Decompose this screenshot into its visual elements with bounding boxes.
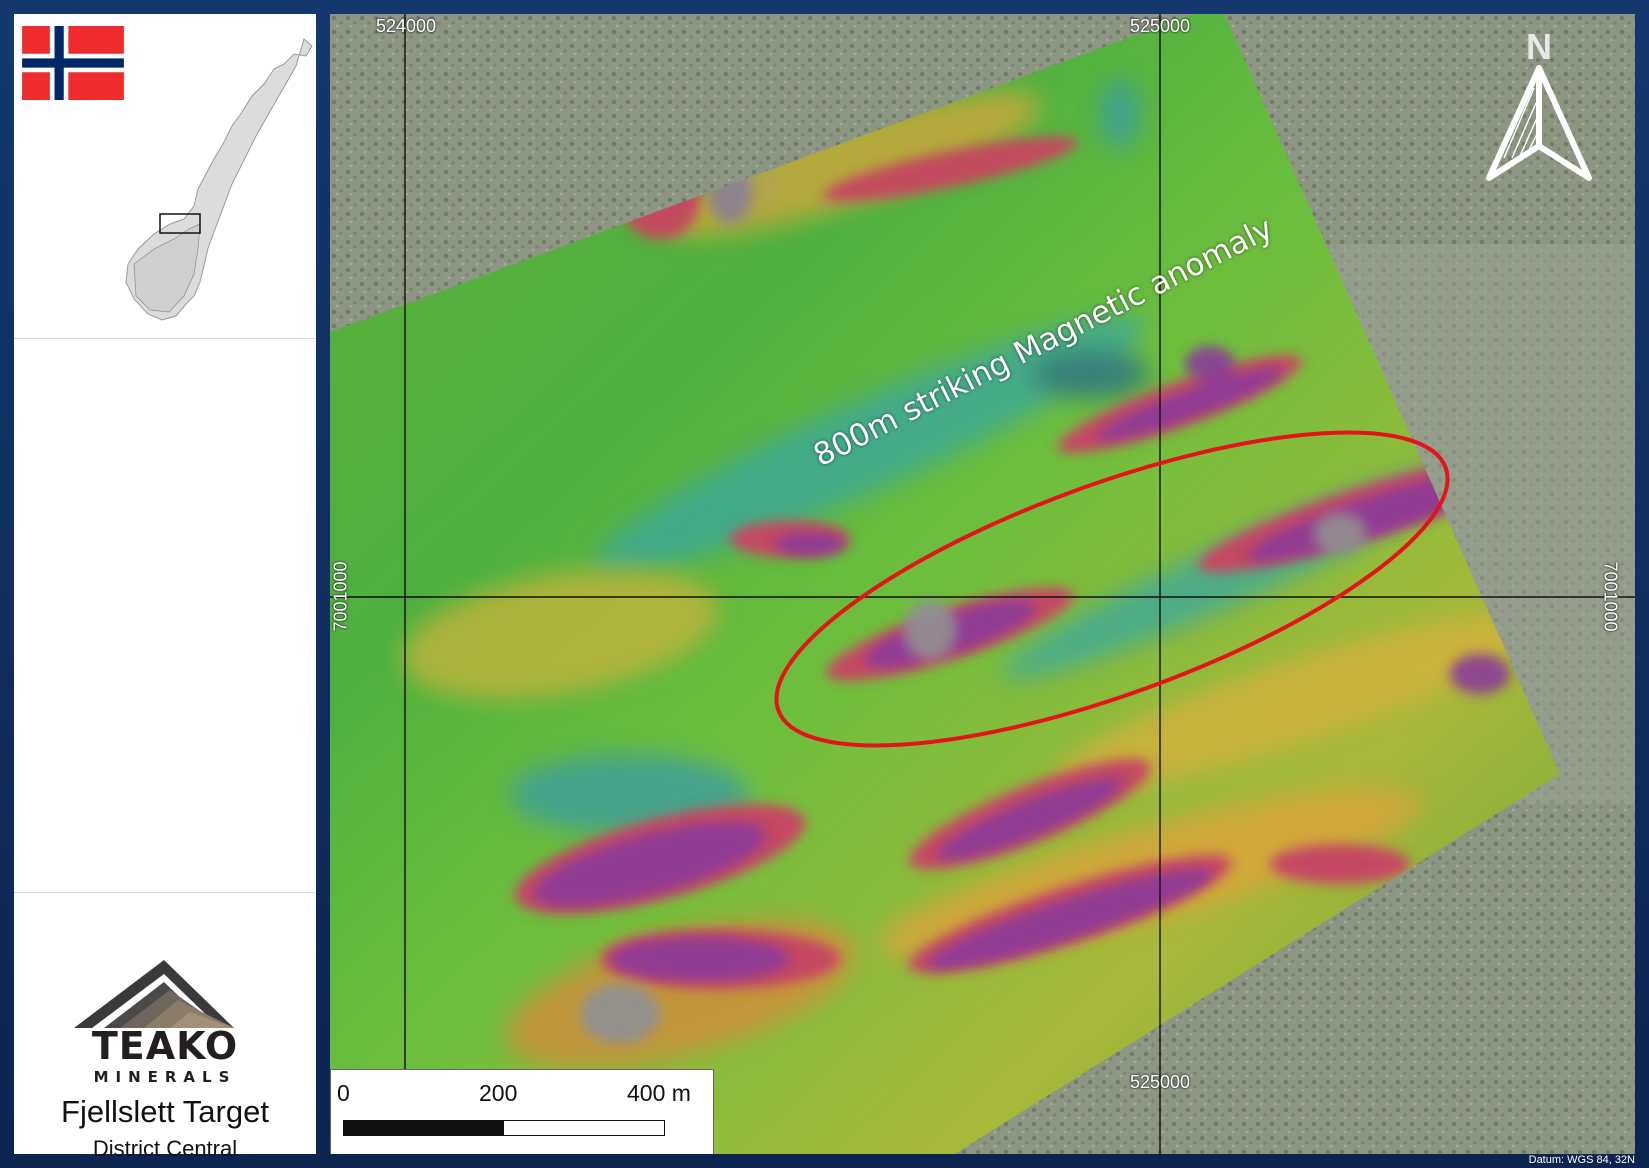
northing-label: 7001000 [330, 561, 351, 632]
easting-label: 525000 [1130, 16, 1191, 36]
scale-bar-segment [344, 1121, 504, 1135]
location-overview [14, 14, 316, 354]
target-subtitle: District Central [92, 1136, 238, 1161]
scale-label: 200 [479, 1080, 518, 1106]
northing-label: 7001000 [1600, 561, 1621, 632]
north-arrow-icon [1486, 65, 1592, 181]
scale-label: 0 [337, 1080, 350, 1106]
easting-label: 524000 [376, 16, 437, 36]
norway-locator-map [125, 38, 313, 321]
divider [14, 892, 316, 893]
scale-bar: 0 200 400 m [330, 1069, 714, 1154]
logo-subtitle: MINERALS [93, 1068, 237, 1086]
target-title: Fjellslett Target [61, 1094, 269, 1129]
logo-wordmark: TEAKO [91, 1024, 239, 1068]
map-canvas[interactable]: 524000 525000 525000 7001000 7001000 800… [330, 14, 1635, 1154]
scale-label: 400 m [627, 1080, 691, 1106]
easting-label: 525000 [1130, 1072, 1191, 1092]
norway-flag-icon [22, 26, 124, 100]
legend-panel: TEAKO MINERALS Fjellslett Target Distric… [14, 14, 316, 1161]
datum-note: Datum: WGS 84, 32N [1528, 1154, 1635, 1166]
divider [14, 338, 316, 339]
magnetic-survey-map [330, 14, 1635, 1154]
company-logo-block: TEAKO MINERALS Fjellslett Target Distric… [14, 934, 316, 1161]
teako-mountain-logo-icon [74, 960, 234, 1028]
scale-bar-graphic [343, 1120, 665, 1136]
